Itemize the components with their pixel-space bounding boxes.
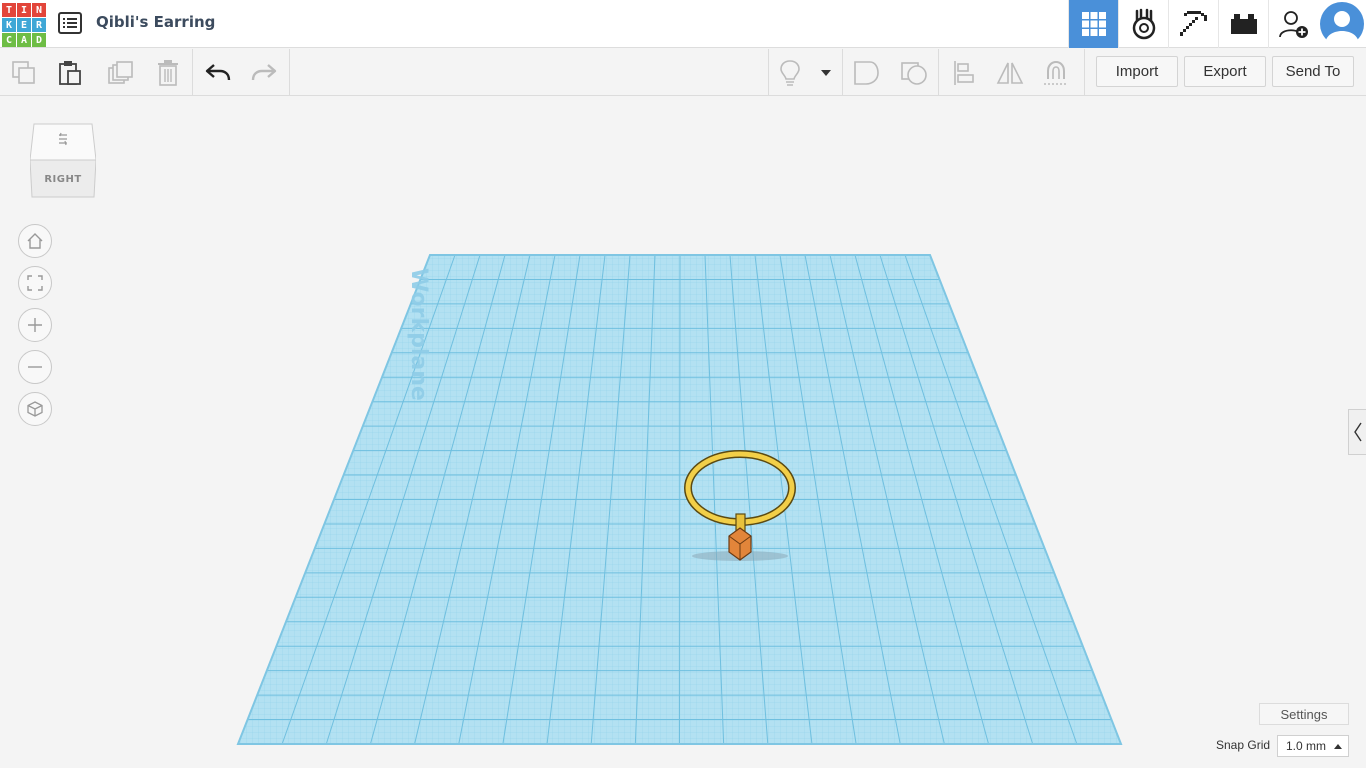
logo-letter: C (2, 33, 16, 47)
magnet-icon (1044, 60, 1068, 85)
edit-toolbar: Import Export Send To (0, 49, 1366, 96)
snap-grid-label: Snap Grid (1216, 738, 1271, 752)
toolbar-divider (938, 49, 939, 95)
shapes-panel-toggle[interactable] (1348, 409, 1366, 455)
trash-icon (158, 60, 178, 86)
codeblocks-icon (1132, 8, 1155, 40)
settings-button[interactable]: Settings (1259, 703, 1349, 725)
fit-view-button[interactable] (18, 266, 52, 300)
logo-letter: N (32, 3, 46, 17)
minecraft-button[interactable] (1168, 0, 1218, 48)
add-user-icon (1278, 11, 1308, 38)
redo-icon (251, 64, 277, 81)
minecraft-pickaxe-icon (1179, 11, 1207, 36)
duplicate-button[interactable] (106, 59, 134, 87)
ungroup-button[interactable] (900, 59, 928, 87)
zoom-out-button[interactable] (18, 350, 52, 384)
align-icon (954, 61, 974, 85)
group-button[interactable] (852, 59, 880, 87)
logo-letter: A (17, 33, 31, 47)
home-view-button[interactable] (18, 224, 52, 258)
copy-button[interactable] (10, 59, 38, 87)
add-user-button[interactable] (1268, 0, 1318, 48)
paste-icon (59, 61, 81, 85)
delete-button[interactable] (154, 59, 182, 87)
view-cube-face-label: RIGHT (44, 174, 82, 185)
home-icon (27, 233, 43, 249)
top-bar: T I N K E R C A D Qibli's Earring (0, 0, 1366, 48)
toolbar-divider (842, 49, 843, 95)
duplicate-icon (108, 61, 133, 84)
logo-letter: E (17, 18, 31, 32)
codeblocks-button[interactable] (1118, 0, 1168, 48)
logo-letter: K (2, 18, 16, 32)
user-avatar-icon (1320, 2, 1364, 46)
logo-letter: T (2, 3, 16, 17)
undo-icon (205, 64, 231, 81)
workplane-label: Workplane (406, 268, 431, 401)
bricks-button[interactable] (1218, 0, 1268, 48)
mirror-button[interactable] (996, 59, 1024, 87)
toolbar-divider (192, 49, 193, 95)
cruise-button[interactable] (1042, 59, 1070, 87)
logo-letter: R (32, 18, 46, 32)
send-to-button[interactable]: Send To (1272, 56, 1354, 87)
caret-down-icon (821, 70, 831, 76)
perspective-button[interactable] (18, 392, 52, 426)
design-title[interactable]: Qibli's Earring (96, 13, 215, 31)
logo-letter: I (17, 3, 31, 17)
fit-view-icon (27, 275, 43, 291)
cube-icon (27, 401, 43, 417)
ungroup-icon (901, 62, 927, 85)
top-nav (1068, 0, 1366, 48)
group-icon (854, 61, 879, 85)
copy-icon (12, 61, 35, 84)
toolbar-divider (1084, 49, 1085, 95)
mirror-icon (996, 62, 1024, 84)
chevron-left-icon (1353, 422, 1362, 442)
logo-letter: D (32, 33, 46, 47)
tinkercad-logo[interactable]: T I N K E R C A D (2, 3, 46, 47)
caret-up-icon (1334, 744, 1342, 749)
import-button[interactable]: Import (1096, 56, 1178, 87)
toolbar-divider (768, 49, 769, 95)
snap-grid-select[interactable]: 1.0 mm (1277, 735, 1349, 757)
paste-button[interactable] (56, 59, 84, 87)
align-button[interactable] (950, 59, 978, 87)
workplane[interactable]: Workplane (0, 0, 1366, 768)
lightbulb-icon (780, 60, 800, 86)
zoom-in-button[interactable] (18, 308, 52, 342)
avatar[interactable] (1318, 0, 1366, 48)
snap-grid-value: 1.0 mm (1286, 739, 1327, 753)
design-menu-icon[interactable] (58, 12, 82, 34)
minus-icon (28, 366, 42, 368)
undo-button[interactable] (204, 59, 232, 87)
notes-dropdown[interactable] (812, 59, 840, 87)
notes-button[interactable] (776, 59, 804, 87)
3d-design-button[interactable] (1068, 0, 1118, 48)
3d-design-grid-icon (1081, 12, 1106, 36)
export-button[interactable]: Export (1184, 56, 1266, 87)
view-cube[interactable]: RIGHT (29, 122, 97, 198)
toolbar-divider (289, 49, 290, 95)
plus-icon (28, 318, 42, 332)
lego-brick-icon (1230, 14, 1257, 34)
redo-button[interactable] (250, 59, 278, 87)
